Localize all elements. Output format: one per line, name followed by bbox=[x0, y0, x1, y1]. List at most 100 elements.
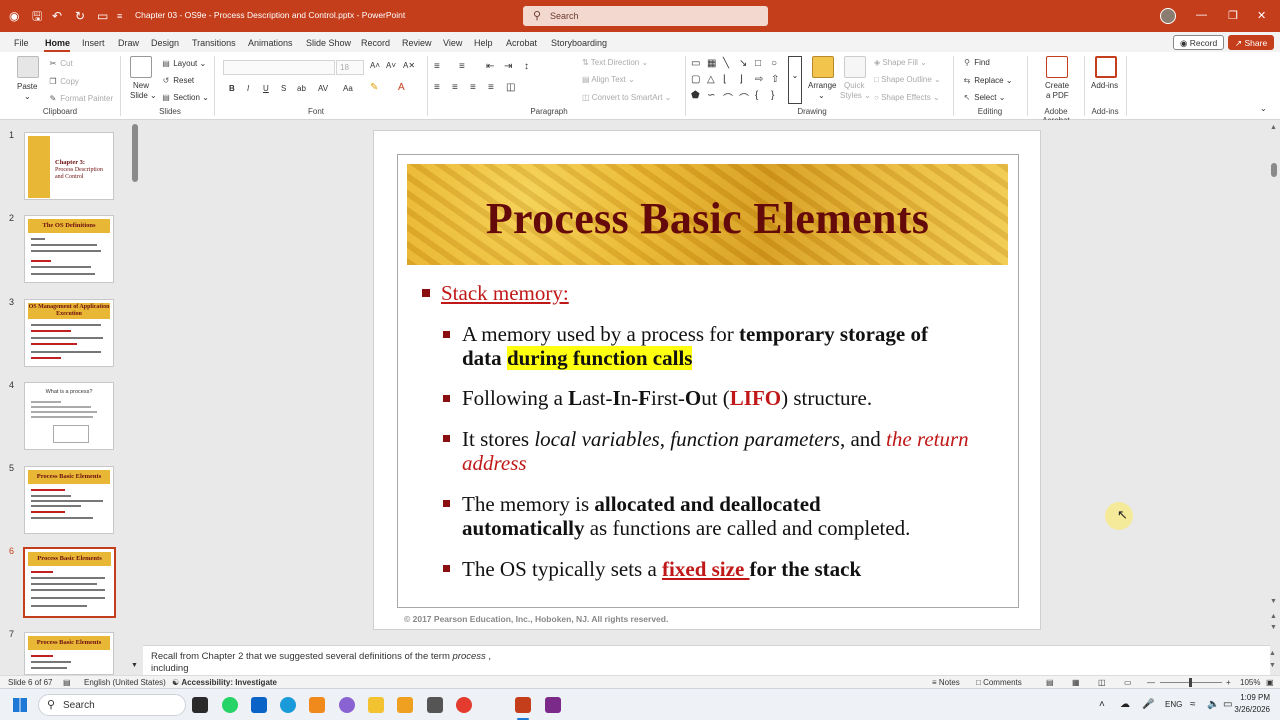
tab-home[interactable]: Home bbox=[45, 38, 70, 48]
smartart-button[interactable]: ◫ Convert to SmartArt ⌄ bbox=[582, 93, 671, 102]
zoom-slider-thumb[interactable] bbox=[1189, 678, 1192, 687]
bullet-1-line-2[interactable]: data during function calls bbox=[462, 346, 693, 371]
canvas-scrollbar[interactable] bbox=[1271, 163, 1277, 177]
columns-icon[interactable]: ◫ bbox=[506, 82, 515, 93]
slideshow-view-icon[interactable]: ▭ bbox=[1124, 678, 1132, 687]
scroll-up-icon[interactable]: ▲ bbox=[1270, 124, 1277, 131]
scroll-down-icon[interactable]: ▼ bbox=[1270, 598, 1277, 605]
file-explorer-icon[interactable] bbox=[368, 697, 384, 713]
arrow-line-shape-icon[interactable]: ↘ bbox=[739, 58, 747, 69]
oval-shape-icon[interactable]: ○ bbox=[771, 58, 777, 69]
minimize-icon[interactable]: — bbox=[1196, 9, 1207, 21]
align-center-icon[interactable]: ≡ bbox=[452, 82, 458, 93]
chevron-down-icon[interactable]: ⌄ bbox=[818, 91, 825, 100]
add-ins-button[interactable]: Add-ins bbox=[1091, 81, 1118, 90]
chrome-icon[interactable] bbox=[456, 697, 472, 713]
replace-button[interactable]: ⇆ Replace ⌄ bbox=[962, 76, 1013, 85]
zoom-level[interactable]: 105% bbox=[1240, 678, 1260, 687]
font-size-dropdown[interactable]: 18 bbox=[336, 60, 364, 75]
layout-button[interactable]: ▤ Layout ⌄ bbox=[161, 59, 206, 68]
quick-styles-label[interactable]: Quick bbox=[844, 81, 864, 90]
pentagon-shape-icon[interactable]: ⬟ bbox=[691, 90, 700, 101]
highlight-icon[interactable]: ✎ bbox=[370, 82, 378, 93]
rounded-rect-shape-icon[interactable]: ▢ bbox=[691, 74, 700, 85]
font-name-dropdown[interactable] bbox=[223, 60, 335, 75]
comments-toggle[interactable]: □ Comments bbox=[976, 678, 1022, 687]
slide-thumbnail-2[interactable]: The OS Definitions bbox=[24, 215, 114, 283]
align-right-icon[interactable]: ≡ bbox=[470, 82, 476, 93]
redo-icon[interactable]: ↻ bbox=[75, 9, 85, 23]
numbering-icon[interactable]: ≡ bbox=[459, 61, 465, 72]
right-brace-shape-icon[interactable]: } bbox=[771, 90, 774, 101]
collapse-ribbon-icon[interactable]: ⌄ bbox=[1260, 104, 1267, 113]
tab-slide-show[interactable]: Slide Show bbox=[306, 38, 351, 48]
bullet-4-line-1[interactable]: The memory is allocated and deallocated bbox=[462, 492, 821, 517]
paste-button[interactable]: Paste bbox=[17, 82, 37, 91]
italic-icon[interactable]: I bbox=[247, 84, 249, 93]
next-slide-icon[interactable]: ▼ bbox=[1270, 624, 1277, 631]
outlook-icon[interactable] bbox=[251, 697, 267, 713]
new-slide-button[interactable]: Slide ⌄ bbox=[130, 91, 157, 100]
text-shadow-icon[interactable]: ab bbox=[297, 84, 306, 93]
task-view-icon[interactable] bbox=[192, 697, 208, 713]
shapes-gallery[interactable]: ▭ ▦ ╲ ↘ □ ○ ▢ △ ⌊ ⌋ ⇨ ⇧ ⬟ ∽ ⌒ ⌒ { } ⌄ bbox=[688, 56, 802, 105]
wifi-icon[interactable]: ≈ bbox=[1190, 699, 1196, 710]
start-icon[interactable] bbox=[13, 698, 27, 712]
tab-file[interactable]: File bbox=[14, 38, 29, 48]
slide-thumbnail-5[interactable]: Process Basic Elements bbox=[24, 466, 114, 534]
powerpoint-taskbar-icon[interactable] bbox=[515, 697, 531, 713]
textbox-shape-icon[interactable]: ▭ bbox=[691, 58, 700, 69]
thumbnails-scrollbar[interactable] bbox=[132, 124, 138, 182]
shape-outline-button[interactable]: □ Shape Outline ⌄ bbox=[874, 75, 941, 84]
zoom-out-icon[interactable]: — bbox=[1147, 678, 1155, 687]
tab-design[interactable]: Design bbox=[151, 38, 179, 48]
slide-thumbnail-6[interactable]: Process Basic Elements bbox=[23, 547, 116, 618]
app-icon[interactable] bbox=[397, 697, 413, 713]
curve-shape-icon[interactable]: ⌒ bbox=[739, 90, 749, 105]
record-button[interactable]: ◉ Record bbox=[1173, 35, 1225, 50]
slide-thumbnail-4[interactable]: What is a process? bbox=[24, 382, 114, 450]
notes-scroll-up-icon[interactable]: ▲ bbox=[1269, 650, 1276, 657]
freeform-shape-icon[interactable]: ∽ bbox=[707, 90, 715, 101]
bullet-5[interactable]: The OS typically sets a fixed size for t… bbox=[462, 557, 861, 582]
increase-font-icon[interactable]: A˄ bbox=[370, 61, 380, 70]
shape-fill-button[interactable]: ◈ Shape Fill ⌄ bbox=[874, 58, 927, 67]
slide-thumbnail-1[interactable]: Chapter 3: Process Description and Contr… bbox=[24, 132, 114, 200]
slide-sorter-icon[interactable]: ▦ bbox=[1072, 678, 1080, 687]
tab-transitions[interactable]: Transitions bbox=[192, 38, 236, 48]
bullet-2[interactable]: Following a Last-In-First-Out (LIFO) str… bbox=[462, 386, 872, 411]
search-input[interactable]: ⚲ Search bbox=[523, 6, 768, 26]
slide-thumbnail-3[interactable]: OS Management of Application Execution bbox=[24, 299, 114, 367]
tab-acrobat[interactable]: Acrobat bbox=[506, 38, 537, 48]
decrease-font-icon[interactable]: A˅ bbox=[386, 61, 396, 70]
present-icon[interactable]: ▭ bbox=[97, 9, 108, 23]
rectangle-shape-icon[interactable]: □ bbox=[755, 58, 761, 69]
previous-slide-icon[interactable]: ▲ bbox=[1270, 613, 1277, 620]
scroll-down-icon[interactable]: ▼ bbox=[131, 662, 138, 669]
cut-button[interactable]: ✂ Cut bbox=[48, 59, 73, 68]
vertical-textbox-shape-icon[interactable]: ▦ bbox=[707, 58, 716, 69]
new-slide-label[interactable]: New bbox=[133, 81, 149, 90]
clock-date[interactable]: 3/26/2026 bbox=[1226, 705, 1270, 714]
taskbar-search[interactable]: ⚲ Search bbox=[38, 694, 186, 716]
bullet-1-line-1[interactable]: A memory used by a process for temporary… bbox=[462, 322, 928, 347]
volume-icon[interactable]: 🔈 bbox=[1207, 699, 1219, 710]
bullets-icon[interactable]: ≡ bbox=[434, 61, 440, 72]
share-button[interactable]: ↗ Share bbox=[1228, 35, 1275, 50]
copilot-icon[interactable] bbox=[339, 697, 355, 713]
font-color-icon[interactable]: A bbox=[398, 82, 405, 93]
line-shape-icon[interactable]: ╲ bbox=[723, 58, 729, 69]
left-brace-shape-icon[interactable]: { bbox=[755, 90, 758, 101]
bold-icon[interactable]: B bbox=[229, 84, 235, 93]
clear-formatting-icon[interactable]: A✕ bbox=[403, 61, 415, 70]
zoom-in-icon[interactable]: + bbox=[1226, 678, 1231, 687]
snipping-tool-icon[interactable] bbox=[427, 697, 443, 713]
edge-icon[interactable] bbox=[280, 697, 296, 713]
paste-icon[interactable] bbox=[17, 56, 39, 78]
accessibility-status[interactable]: ☯ Accessibility: Investigate bbox=[172, 678, 277, 687]
create-pdf-button[interactable]: a PDF bbox=[1046, 91, 1069, 100]
shape-effects-button[interactable]: ○ Shape Effects ⌄ bbox=[874, 93, 940, 102]
arrange-icon[interactable] bbox=[812, 56, 834, 78]
elbow-connector-shape-icon[interactable]: ⌊ bbox=[723, 74, 727, 85]
vlc-icon[interactable] bbox=[309, 697, 325, 713]
